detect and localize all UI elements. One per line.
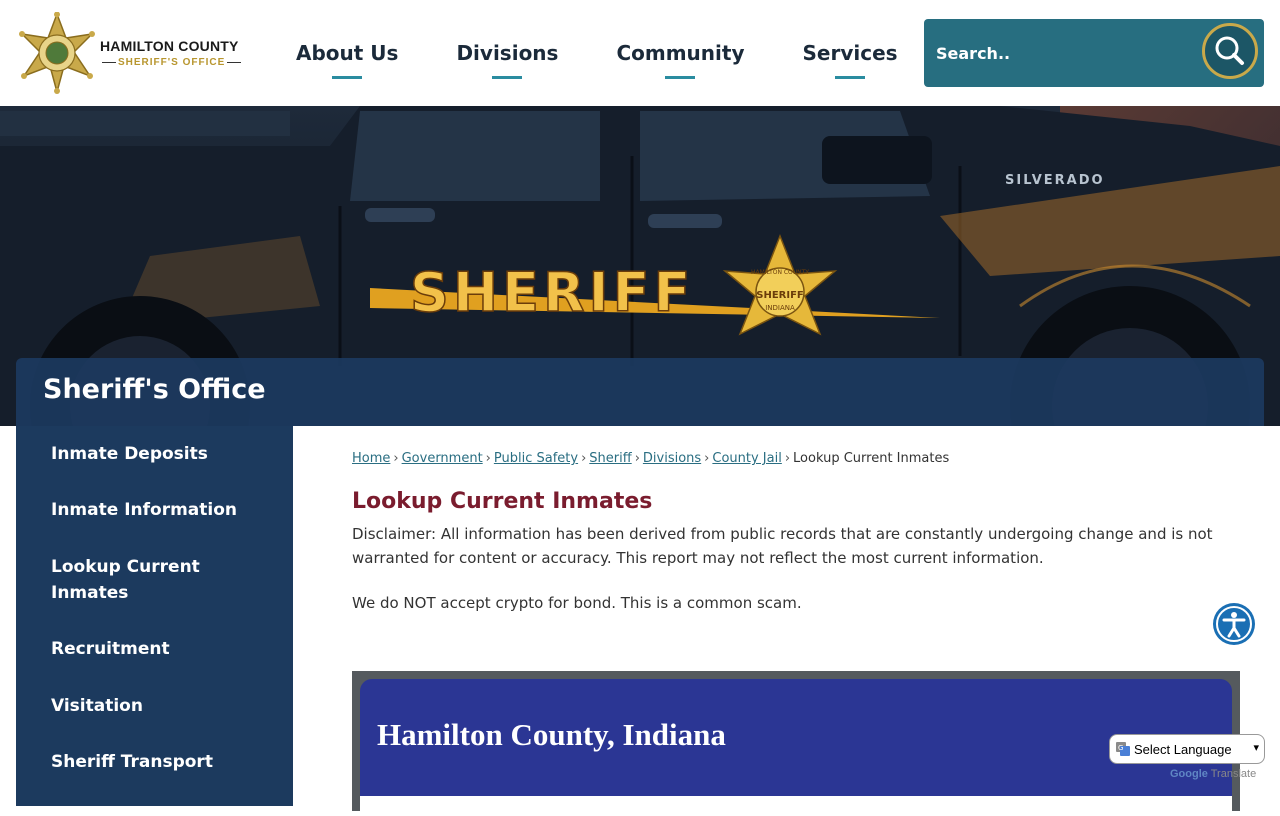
sidebar-item-inmate-deposits[interactable]: Inmate Deposits xyxy=(51,441,208,467)
google-wordmark: Google xyxy=(1170,768,1208,780)
hero-badge-bottom-text: INDIANA xyxy=(765,304,795,312)
embed-body xyxy=(360,796,1232,816)
breadcrumb-government[interactable]: Government xyxy=(402,451,483,466)
site-logo[interactable]: HAMILTON COUNTY SHERIFF'S OFFICE xyxy=(14,12,243,94)
disclaimer-text: Disclaimer: All information has been der… xyxy=(352,525,1213,567)
search-icon xyxy=(1215,36,1244,65)
page-title: Lookup Current Inmates xyxy=(352,489,653,514)
breadcrumb-separator: › xyxy=(634,451,640,466)
chevron-down-icon: ▾ xyxy=(1253,742,1259,754)
breadcrumb: Home › Government › Public Safety › Sheriff › Di… xyxy=(352,451,949,466)
nav-about-us-label: About Us xyxy=(296,41,399,65)
nav-services-label: Services xyxy=(802,41,898,65)
sheriff-badge-icon xyxy=(19,12,95,94)
search-input[interactable] xyxy=(936,33,1176,73)
main-nav: About Us Divisions Community Services xyxy=(276,0,936,106)
logo-office-label: SHERIFF'S OFFICE xyxy=(118,57,226,68)
logo-county-name: HAMILTON COUNTY xyxy=(100,38,239,54)
language-select[interactable]: G Select Language ▾ xyxy=(1109,734,1265,764)
breadcrumb-county-jail[interactable]: County Jail xyxy=(712,451,781,466)
search-button[interactable] xyxy=(1202,23,1258,79)
section-title: Sheriff's Office xyxy=(43,374,266,405)
breadcrumb-separator: › xyxy=(485,451,491,466)
embed-header: Hamilton County, Indiana xyxy=(360,679,1232,797)
inmate-lookup-embed: Hamilton County, Indiana xyxy=(352,671,1240,816)
nav-community-label: Community xyxy=(616,41,745,65)
nav-divisions-label: Divisions xyxy=(456,41,559,65)
translate-wordmark: Translate xyxy=(1210,768,1257,780)
sidebar-item-lookup-current-inmates[interactable]: Lookup Current Inmates xyxy=(51,554,251,606)
breadcrumb-divisions[interactable]: Divisions xyxy=(643,451,701,466)
hero-model-text: SILVERADO xyxy=(1005,173,1105,188)
breadcrumb-current: Lookup Current Inmates xyxy=(793,451,950,466)
accessibility-icon xyxy=(1216,606,1252,642)
language-select-label: Select Language xyxy=(1134,742,1232,757)
sidebar-item-recruitment[interactable]: Recruitment xyxy=(51,636,170,662)
sidebar-nav: Inmate Deposits Inmate Information Looku… xyxy=(16,426,293,806)
nav-about-us[interactable]: About Us xyxy=(276,0,418,106)
breadcrumb-separator: › xyxy=(704,451,710,466)
accessibility-button[interactable] xyxy=(1213,603,1255,645)
section-header: Sheriff's Office xyxy=(16,358,1264,426)
powered-by-translate: Google Translate xyxy=(1170,768,1256,780)
nav-services[interactable]: Services xyxy=(782,0,917,106)
sidebar-item-sheriff-transport[interactable]: Sheriff Transport xyxy=(51,749,213,775)
nav-community[interactable]: Community xyxy=(596,0,764,106)
breadcrumb-separator: › xyxy=(581,451,587,466)
breadcrumb-separator: › xyxy=(393,451,399,466)
sidebar-item-visitation[interactable]: Visitation xyxy=(51,693,143,719)
site-header: HAMILTON COUNTY SHERIFF'S OFFICE About U… xyxy=(0,0,1280,106)
hero-decal-text: SHERIFF xyxy=(410,261,694,324)
sidebar-item-inmate-information[interactable]: Inmate Information xyxy=(51,497,237,523)
breadcrumb-separator: › xyxy=(784,451,791,466)
embed-title: Hamilton County, Indiana xyxy=(377,717,726,752)
google-translate-icon: G xyxy=(1116,742,1130,756)
hero-badge-text: SHERIFF xyxy=(756,290,804,301)
logo-text: HAMILTON COUNTY SHERIFF'S OFFICE xyxy=(100,38,243,68)
breadcrumb-home[interactable]: Home xyxy=(352,451,390,466)
svg-text:G: G xyxy=(1118,744,1123,752)
hero-badge-top-text: HAMILTON COUNTY xyxy=(751,269,809,276)
logo-office-name: SHERIFF'S OFFICE xyxy=(100,57,243,68)
nav-divisions[interactable]: Divisions xyxy=(436,0,578,106)
breadcrumb-public-safety[interactable]: Public Safety xyxy=(494,451,578,466)
crypto-notice-text: We do NOT accept crypto for bond. This i… xyxy=(352,594,802,612)
breadcrumb-sheriff[interactable]: Sheriff xyxy=(589,451,631,466)
